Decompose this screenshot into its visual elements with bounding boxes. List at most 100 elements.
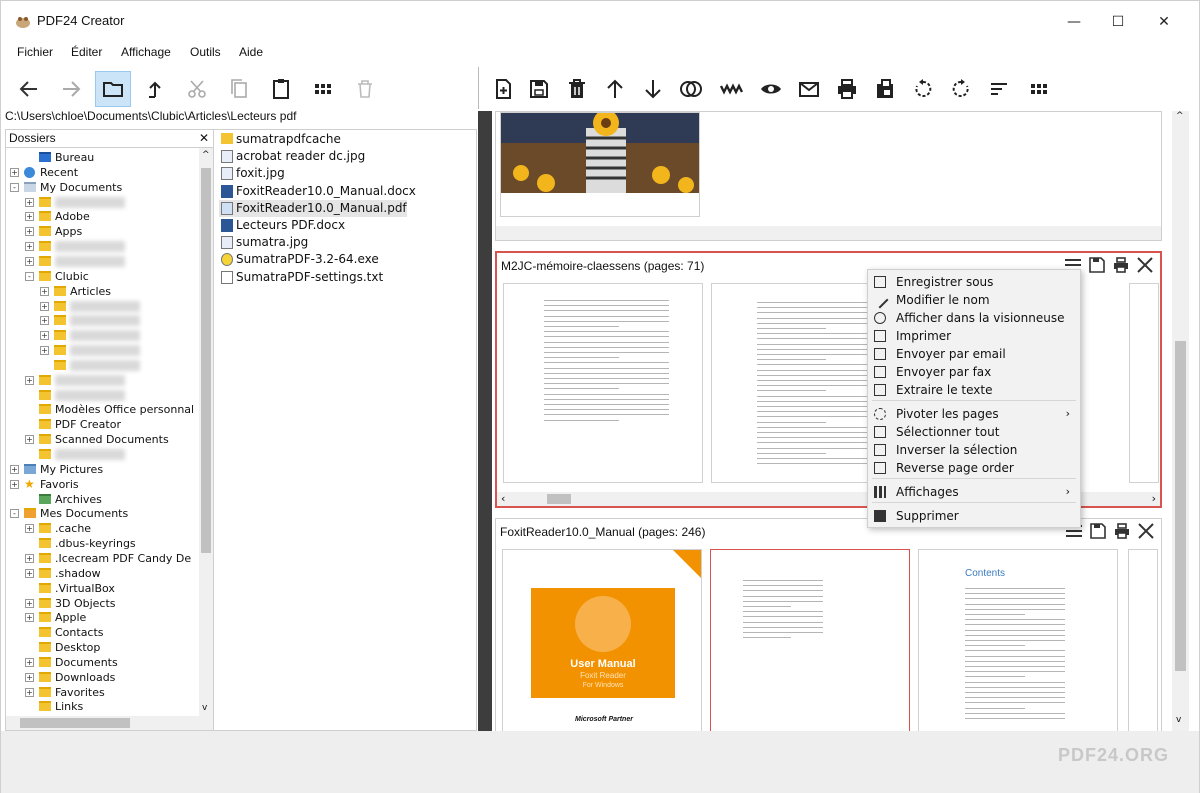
scroll-thumb[interactable] — [1175, 341, 1186, 671]
expand-icon[interactable]: + — [25, 672, 34, 682]
close-button[interactable]: ✕ — [1144, 9, 1184, 35]
collapse-icon[interactable]: - — [10, 509, 19, 519]
sort-button[interactable] — [981, 71, 1017, 107]
page-thumbnail[interactable] — [1129, 283, 1159, 483]
expand-icon[interactable]: + — [25, 197, 34, 207]
save-icon[interactable] — [1089, 522, 1107, 540]
document-card-image[interactable] — [495, 111, 1162, 241]
cut-button[interactable] — [179, 71, 215, 107]
expand-icon[interactable]: + — [25, 375, 34, 385]
menu-outils[interactable]: Outils — [190, 45, 221, 59]
chevron-down-icon[interactable]: v — [202, 703, 207, 713]
expand-icon[interactable]: + — [25, 568, 34, 578]
expand-icon[interactable]: + — [40, 316, 49, 326]
expand-icon[interactable]: + — [25, 435, 34, 445]
doc-scrollbar[interactable] — [496, 226, 1161, 240]
back-button[interactable] — [11, 71, 47, 107]
context-menu-item[interactable]: Reverse page order — [868, 459, 1080, 477]
page-thumbnail[interactable] — [503, 283, 703, 483]
expand-icon[interactable]: + — [25, 598, 34, 608]
expand-icon[interactable]: + — [10, 479, 19, 489]
chevron-up-icon[interactable]: ^ — [1176, 111, 1184, 121]
minimize-button[interactable]: — — [1054, 9, 1094, 35]
add-file-button[interactable] — [485, 71, 521, 107]
delete-file-button[interactable] — [347, 71, 383, 107]
chevron-down-icon[interactable]: v — [1176, 715, 1181, 725]
merge-button[interactable] — [673, 71, 709, 107]
context-menu-item[interactable]: Envoyer par fax — [868, 363, 1080, 381]
context-menu-item[interactable]: Affichages › — [868, 483, 1080, 501]
view-mode-button[interactable] — [305, 71, 341, 107]
file-item[interactable]: foxit.jpg — [219, 165, 285, 182]
expand-icon[interactable]: + — [25, 227, 34, 237]
foxit-cover-page[interactable]: User Manual Foxit Reader For Windows Mic… — [502, 549, 702, 732]
email-button[interactable] — [791, 71, 827, 107]
print-button[interactable] — [829, 71, 865, 107]
expand-icon[interactable]: + — [10, 167, 19, 177]
copy-button[interactable] — [221, 71, 257, 107]
folder-view-button[interactable] — [95, 71, 131, 107]
expand-icon[interactable]: + — [25, 613, 34, 623]
rotate-left-button[interactable] — [905, 71, 941, 107]
path-field[interactable]: C:\Users\chloe\Documents\Clubic\Articles… — [5, 108, 477, 126]
preview-button[interactable] — [753, 71, 789, 107]
menu-affichage[interactable]: Affichage — [121, 45, 171, 59]
printer-icon[interactable] — [1113, 522, 1131, 540]
rotate-right-button[interactable] — [943, 71, 979, 107]
file-item[interactable]: FoxitReader10.0_Manual.docx — [219, 183, 416, 200]
close-icon[interactable] — [1136, 256, 1154, 274]
move-down-button[interactable] — [635, 71, 671, 107]
paste-button[interactable] — [263, 71, 299, 107]
file-item[interactable]: SumatraPDF-settings.txt — [219, 269, 383, 286]
chevron-up-icon[interactable]: ^ — [202, 150, 210, 160]
split-button[interactable] — [713, 71, 749, 107]
scroll-thumb[interactable] — [547, 494, 571, 504]
maximize-button[interactable]: ☐ — [1098, 9, 1138, 35]
contents-page[interactable]: Contents — [918, 549, 1118, 732]
expand-icon[interactable]: + — [40, 346, 49, 356]
menu-editer[interactable]: Éditer — [71, 45, 102, 59]
page-thumbnail[interactable] — [710, 549, 910, 732]
context-menu-item[interactable]: Envoyer par email — [868, 345, 1080, 363]
context-menu-item[interactable]: Afficher dans la visionneuse — [868, 309, 1080, 327]
expand-icon[interactable]: + — [25, 256, 34, 266]
menu-fichier[interactable]: Fichier — [17, 45, 53, 59]
printer-icon[interactable] — [1112, 256, 1130, 274]
file-item[interactable]: sumatrapdfcache — [219, 131, 341, 148]
expand-icon[interactable]: + — [10, 464, 19, 474]
file-item[interactable]: acrobat reader dc.jpg — [219, 148, 365, 165]
expand-icon[interactable]: + — [40, 331, 49, 341]
expand-icon[interactable]: + — [25, 212, 34, 222]
context-menu-item[interactable]: Modifier le nom — [868, 291, 1080, 309]
expand-icon[interactable]: + — [40, 286, 49, 296]
delete-doc-button[interactable] — [559, 71, 595, 107]
context-menu-item[interactable]: Inverser la sélection — [868, 441, 1080, 459]
folder-scrollbar-vertical[interactable]: ^ v — [199, 148, 213, 730]
context-menu-item[interactable]: Pivoter les pages › — [868, 405, 1080, 423]
expand-icon[interactable]: + — [25, 553, 34, 563]
scroll-thumb[interactable] — [20, 718, 130, 728]
expand-icon[interactable]: + — [25, 657, 34, 667]
chevron-right-icon[interactable]: › — [1152, 492, 1156, 505]
forward-button[interactable] — [53, 71, 89, 107]
collapse-icon[interactable]: - — [25, 271, 34, 281]
file-item[interactable]: sumatra.jpg — [219, 234, 308, 251]
context-menu-item[interactable]: Supprimer — [868, 507, 1080, 525]
panel-splitter[interactable] — [478, 111, 492, 731]
folder-scrollbar-horizontal[interactable] — [6, 716, 200, 730]
save-button[interactable] — [521, 71, 557, 107]
page-thumbnail[interactable] — [500, 112, 700, 217]
context-menu-item[interactable]: Extraire le texte — [868, 381, 1080, 399]
collapse-icon[interactable]: - — [10, 182, 19, 192]
layout-button[interactable] — [1021, 71, 1057, 107]
menu-aide[interactable]: Aide — [239, 45, 263, 59]
fax-button[interactable] — [867, 71, 903, 107]
file-item[interactable]: Lecteurs PDF.docx — [219, 217, 345, 234]
document-card-foxit[interactable]: FoxitReader10.0_Manual (pages: 246) User… — [495, 518, 1162, 732]
context-menu-item[interactable]: Imprimer — [868, 327, 1080, 345]
move-up-button[interactable] — [597, 71, 633, 107]
expand-icon[interactable]: + — [25, 524, 34, 534]
file-item[interactable]: SumatraPDF-3.2-64.exe — [219, 251, 379, 268]
expand-icon[interactable]: + — [25, 242, 34, 252]
workspace-scrollbar[interactable]: ^ v — [1172, 111, 1189, 731]
